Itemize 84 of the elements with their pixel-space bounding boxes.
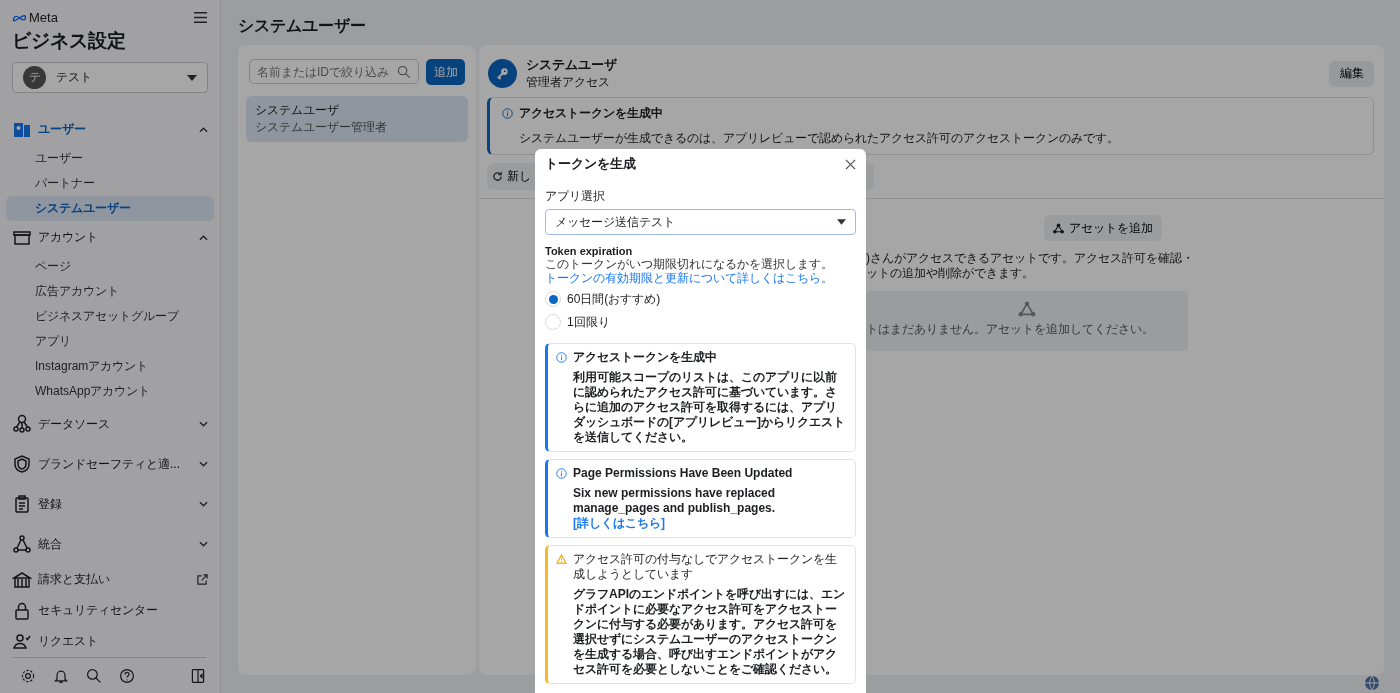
avatar: テ [23, 66, 46, 90]
chevron-up-icon [199, 234, 208, 241]
clipboard-icon [12, 494, 32, 515]
dialog-title: トークンを生成 [545, 155, 636, 173]
person-check-icon [12, 631, 32, 652]
description-text: )さんがアクセスできるアセットです。アクセス許可を確認・ [866, 251, 1195, 266]
triangle-nodes-icon [1018, 301, 1036, 317]
nav-section[interactable]: ユーザー [6, 113, 214, 147]
nav-section[interactable]: 登録 [6, 484, 214, 525]
nav-section[interactable]: アカウント [6, 221, 214, 255]
nav-section[interactable]: データソース [6, 404, 214, 445]
panel-toggle-icon[interactable] [190, 667, 206, 684]
shield-icon [12, 454, 32, 475]
notice-text: グラフAPIのエンドポイントを呼び出すには、エンドポイントに必要なアクセス許可をアクセストークンに付与する必要があります。アクセス許可を選択せずにシステムユーザーのアクセストークンを生成する場合、呼び出すエンドポイントがアクセス許可を必要としないことをご確認ください。 [572, 587, 846, 677]
access-level: 管理者アクセス [526, 74, 611, 91]
nav-section[interactable]: セキュリティセンター [6, 595, 214, 627]
user-list-item[interactable]: システムユーザ システムユーザー管理者 [246, 96, 468, 142]
nav-item[interactable]: アプリ [6, 329, 214, 355]
page-title: システムユーザー [238, 16, 367, 36]
notice-text: Six new permissions have replaced manage_pages and publish_pages. [詳しくはこちら] [572, 486, 777, 531]
add-asset-button[interactable]: アセットを追加 [1044, 215, 1162, 241]
search-icon [397, 64, 411, 79]
notice-text: システムユーザーが生成できるのは、アプリレビューで認められたアクセス許可のアクセストークンのみです。 [518, 130, 1120, 147]
nav-section[interactable]: 統合 [6, 524, 214, 565]
nav-section[interactable]: ブランドセーフティと適... [6, 444, 214, 485]
radio-label: 60日間(おすすめ) [567, 290, 661, 308]
radio-label: 1回限り [567, 313, 610, 331]
description-text: ットの追加や削除ができます。 [866, 266, 1035, 281]
notice-title: Page Permissions Have Been Updated [573, 466, 793, 481]
help-text: このトークンがいつ期限切れになるかを選択します。 トークンの有効期限と更新について詳しくはこちら。 [545, 257, 834, 285]
bank-icon [12, 569, 32, 590]
user-name: システムユーザ [255, 102, 340, 119]
chevron-down-icon [199, 461, 208, 468]
system-user-name: システムユーザ [526, 56, 617, 74]
chevron-down-icon [199, 541, 208, 548]
settings-icon[interactable] [20, 667, 36, 684]
nav-section[interactable]: リクエスト [6, 626, 214, 658]
chevron-down-icon [199, 501, 208, 508]
external-link-icon [197, 574, 208, 586]
search-icon[interactable] [86, 667, 102, 684]
nav-item[interactable]: Instagramアカウント [6, 354, 214, 380]
nav-section[interactable]: 請求と支払い [6, 564, 214, 596]
info-icon [556, 468, 567, 479]
refresh-icon [492, 171, 503, 182]
meta-logo: Meta [12, 10, 58, 25]
nav-item[interactable]: パートナー [6, 171, 214, 197]
nav-item[interactable]: システムユーザー [6, 196, 214, 222]
notice-title: アクセストークンを生成中 [519, 105, 663, 122]
globe-icon[interactable] [1364, 675, 1380, 691]
notice-title: アクセストークンを生成中 [573, 350, 717, 365]
nav-item[interactable]: ビジネスアセットグループ [6, 304, 214, 330]
field-label: Token expiration [545, 245, 634, 257]
learn-more-link[interactable]: [詳しくはこちら] [573, 516, 665, 530]
triangle-nodes-icon [1053, 222, 1064, 234]
triangle-nodes-icon [12, 534, 32, 555]
close-icon[interactable] [845, 158, 856, 170]
field-label: アプリ選択 [545, 188, 606, 205]
nav-item[interactable]: 広告アカウント [6, 279, 214, 305]
user-role: システムユーザー管理者 [255, 119, 388, 136]
account-dropdown[interactable]: テ テスト [12, 62, 208, 94]
search-field[interactable]: 名前またはIDで絞り込み [249, 59, 419, 84]
network-icon [12, 414, 32, 435]
help-icon[interactable] [119, 667, 135, 684]
nav-item[interactable]: ユーザー [6, 146, 214, 172]
add-button[interactable]: 追加 [426, 59, 465, 85]
learn-more-link[interactable]: トークンの有効期限と更新について詳しくはこちら。 [545, 271, 833, 285]
notice-title: アクセス許可の付与なしでアクセストークンを生成しようとしています [573, 552, 838, 582]
key-icon [488, 59, 517, 88]
caret-down-icon [187, 74, 197, 81]
empty-message: トはまだありません。アセットを追加してください。 [866, 321, 1154, 338]
page-heading: ビジネス設定 [11, 29, 127, 53]
app-select[interactable]: メッセージ送信テスト [545, 209, 856, 235]
nav-item[interactable]: WhatsAppアカウント [6, 379, 214, 405]
warning-icon [556, 554, 567, 564]
edit-button[interactable]: 編集 [1329, 60, 1374, 87]
notice-text: 利用可能スコープのリストは、このアプリに以前に認められたアクセス許可に基づいています。さらに追加のアクセス許可を取得するには、アプリダッシュボードの[アプリレビュー]からリクエストを送信してください。 [572, 370, 846, 445]
menu-icon[interactable] [193, 11, 208, 24]
info-icon [502, 108, 513, 119]
nav-item[interactable]: ページ [6, 254, 214, 280]
chevron-down-icon [199, 421, 208, 428]
chevron-up-icon [199, 126, 208, 133]
info-icon [556, 352, 567, 363]
lock-icon [12, 600, 32, 621]
caret-down-icon [837, 219, 846, 225]
